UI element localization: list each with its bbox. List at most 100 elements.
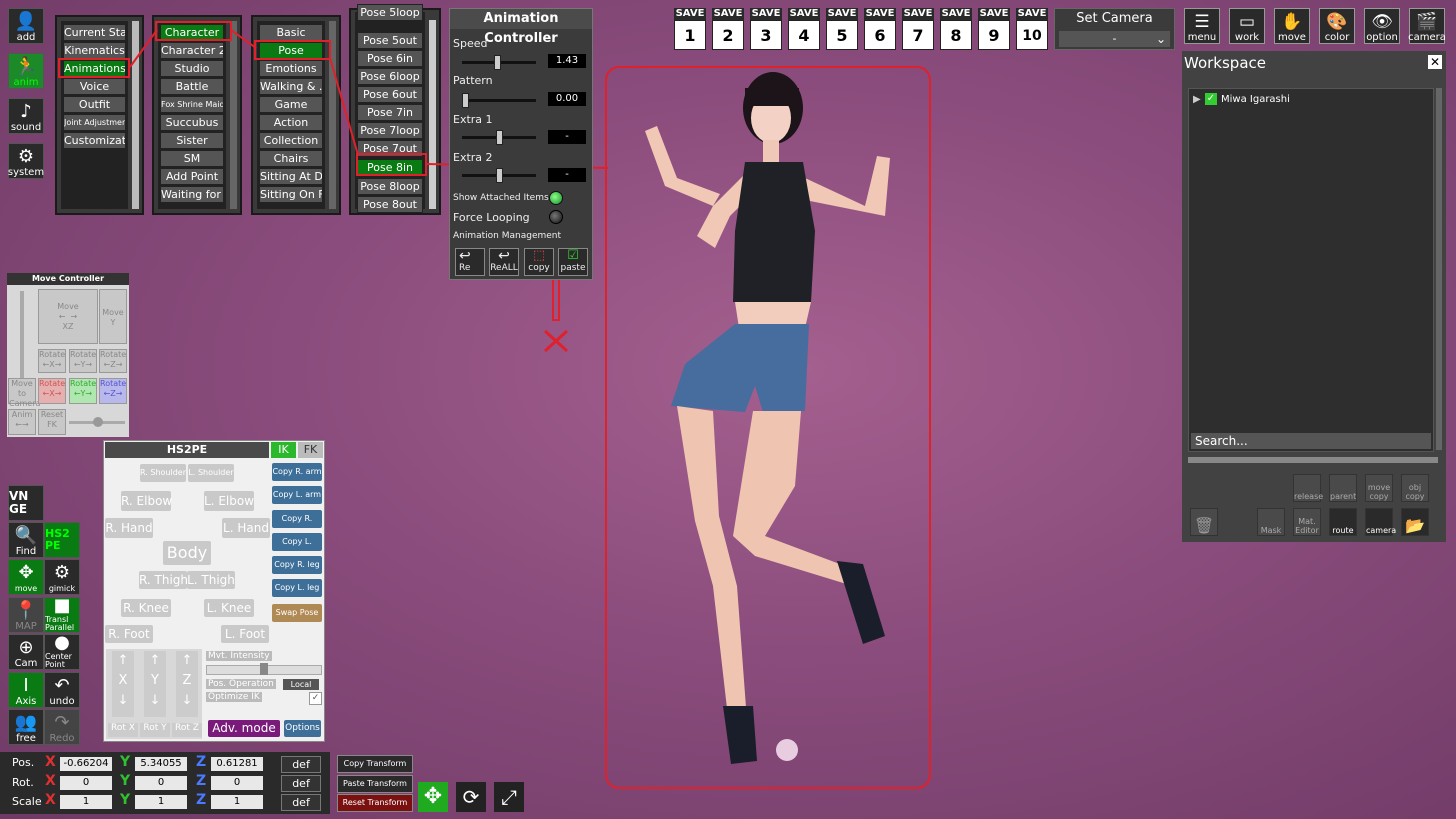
fk-tab[interactable]: FK: [298, 442, 323, 458]
hs2pe-button[interactable]: HS2 PE: [44, 522, 80, 558]
scale-x-input[interactable]: 1: [60, 795, 112, 809]
l-shoulder-button[interactable]: L. Shoulder: [188, 464, 234, 482]
move-button[interactable]: ✋ move: [1274, 8, 1310, 44]
camera-button[interactable]: 🎬 camera: [1408, 8, 1446, 44]
workspace-scrollbar[interactable]: [1436, 88, 1442, 450]
rot-z-input[interactable]: 0: [211, 776, 263, 790]
rot-y-input[interactable]: 0: [135, 776, 187, 790]
workspace-hscrollbar[interactable]: [1188, 457, 1438, 463]
rotate-x-local-button[interactable]: Rotate ←X→: [38, 378, 66, 404]
scale-def-button[interactable]: def: [281, 794, 321, 811]
intensity-slider-handle[interactable]: [93, 417, 103, 427]
speed-value[interactable]: 1.43: [548, 54, 586, 68]
work-button[interactable]: ▭ work: [1229, 8, 1265, 44]
mat-editor-button[interactable]: Mat. Editor: [1293, 508, 1321, 536]
option-button[interactable]: 👁 option: [1364, 8, 1400, 44]
save-slot-5[interactable]: SAVE 5: [826, 8, 858, 52]
close-icon[interactable]: ✕: [1428, 55, 1442, 69]
options-button[interactable]: Options: [284, 720, 321, 737]
scale-gizmo-button[interactable]: ⤢: [494, 782, 524, 812]
z-axis-drag[interactable]: ↑ Z ↓: [176, 651, 198, 717]
reset-button[interactable]: ↩ Re: [455, 248, 485, 276]
pos-def-button[interactable]: def: [281, 756, 321, 773]
transl-parallel-button[interactable]: ■ Transl Parallel: [44, 596, 80, 633]
save-slot-3[interactable]: SAVE 3: [750, 8, 782, 52]
reset-all-button[interactable]: ↩ ReALL: [489, 248, 519, 276]
y-axis-drag[interactable]: ↑ Y ↓: [144, 651, 166, 717]
move-y-pad[interactable]: Move Y: [99, 289, 127, 344]
menu-button[interactable]: ☰ menu: [1184, 8, 1220, 44]
paste-transform-button[interactable]: Paste Transform: [337, 775, 413, 793]
move-gizmo-button[interactable]: ✥: [418, 782, 448, 812]
r-elbow-button[interactable]: R. Elbow: [121, 491, 172, 511]
folder-icon[interactable]: 📂: [1401, 508, 1429, 536]
rot-x-input[interactable]: 0: [60, 776, 112, 790]
camera-select[interactable]: - ⌄: [1059, 31, 1170, 47]
mvt-intensity-handle[interactable]: [260, 663, 268, 675]
rotate-y-local-button[interactable]: Rotate ←Y→: [69, 378, 97, 404]
center-point-button[interactable]: ● Center Point: [44, 633, 80, 670]
parent-button[interactable]: parent: [1329, 474, 1357, 502]
trash-icon[interactable]: 🗑: [1190, 508, 1218, 536]
force-looping-toggle[interactable]: [549, 210, 563, 224]
pattern-slider[interactable]: [462, 99, 536, 102]
rotate-y-button[interactable]: Rotate ←Y→: [69, 349, 97, 373]
r-knee-button[interactable]: R. Knee: [121, 599, 171, 617]
extra1-slider-handle[interactable]: [496, 130, 503, 145]
l-knee-button[interactable]: L. Knee: [204, 599, 254, 617]
move-copy-button[interactable]: move copy: [1365, 474, 1393, 502]
workspace-camera-button[interactable]: camera: [1365, 508, 1396, 536]
pos-x-input[interactable]: -0.66204: [60, 757, 112, 771]
extra2-value[interactable]: -: [548, 168, 586, 182]
extra2-slider-handle[interactable]: [496, 168, 503, 183]
rot-x-drag[interactable]: Rot X: [108, 723, 138, 737]
find-button[interactable]: 🔍 Find: [8, 522, 44, 558]
pos-y-input[interactable]: 5.34055: [135, 757, 187, 771]
reset-transform-button[interactable]: Reset Transform: [337, 794, 413, 812]
map-button[interactable]: 📍 MAP: [8, 597, 44, 633]
l-hand-button[interactable]: L. Hand: [222, 518, 270, 538]
copy-l-hand-button[interactable]: Copy L. hand: [272, 533, 322, 564]
route-button[interactable]: route: [1329, 508, 1357, 536]
rot-def-button[interactable]: def: [281, 775, 321, 792]
l-foot-button[interactable]: L. Foot: [221, 625, 269, 643]
optimize-ik-checkbox[interactable]: ✓: [309, 692, 322, 705]
r-shoulder-button[interactable]: R. Shoulder: [140, 464, 186, 482]
l-thigh-button[interactable]: L. Thigh: [187, 571, 235, 589]
r-hand-button[interactable]: R. Hand: [105, 518, 153, 538]
rotate-z-local-button[interactable]: Rotate ←Z→: [99, 378, 127, 404]
copy-r-leg-button[interactable]: Copy R. leg: [272, 556, 322, 574]
body-button[interactable]: Body: [163, 541, 211, 565]
workspace-search-input[interactable]: Search...: [1191, 433, 1431, 449]
mask-button[interactable]: Mask: [1257, 508, 1285, 536]
pattern-value[interactable]: 0.00: [548, 92, 586, 106]
move-to-camera-button[interactable]: Move to Camera: [8, 378, 40, 408]
vnge-button[interactable]: VN GE: [8, 485, 44, 521]
copy-r-arm-button[interactable]: Copy R. arm: [272, 463, 322, 481]
free-button[interactable]: 👥 free: [8, 709, 44, 745]
copy-l-arm-button[interactable]: Copy L. arm: [272, 486, 322, 504]
axis-button[interactable]: I Axis: [8, 672, 44, 708]
copy-anim-button[interactable]: ⬚ copy: [524, 248, 554, 276]
pos-operation-select[interactable]: Local: [283, 679, 319, 690]
speed-slider-handle[interactable]: [494, 55, 501, 70]
paste-anim-button[interactable]: ☑ paste: [558, 248, 588, 276]
obj-copy-button[interactable]: obj copy: [1401, 474, 1429, 502]
save-slot-10[interactable]: SAVE 10: [1016, 8, 1048, 52]
save-slot-6[interactable]: SAVE 6: [864, 8, 896, 52]
undo-button[interactable]: ↶ undo: [44, 672, 80, 708]
gimick-button[interactable]: ⚙ gimick: [44, 559, 80, 595]
rot-z-drag[interactable]: Rot Z: [172, 723, 202, 737]
scale-z-input[interactable]: 1: [211, 795, 263, 809]
save-slot-2[interactable]: SAVE 2: [712, 8, 744, 52]
r-foot-button[interactable]: R. Foot: [105, 625, 153, 643]
rot-y-drag[interactable]: Rot Y: [140, 723, 170, 737]
l-elbow-button[interactable]: L. Elbow: [204, 491, 254, 511]
reset-fk-button[interactable]: Reset FK: [38, 409, 66, 435]
r-thigh-button[interactable]: R. Thigh: [139, 571, 188, 589]
x-axis-drag[interactable]: ↑ X ↓: [112, 651, 134, 717]
ground-marker-dot[interactable]: [776, 739, 798, 761]
copy-l-leg-button[interactable]: Copy L. leg: [272, 579, 322, 597]
cam-button[interactable]: ⊕ Cam: [8, 634, 44, 670]
save-slot-4[interactable]: SAVE 4: [788, 8, 820, 52]
